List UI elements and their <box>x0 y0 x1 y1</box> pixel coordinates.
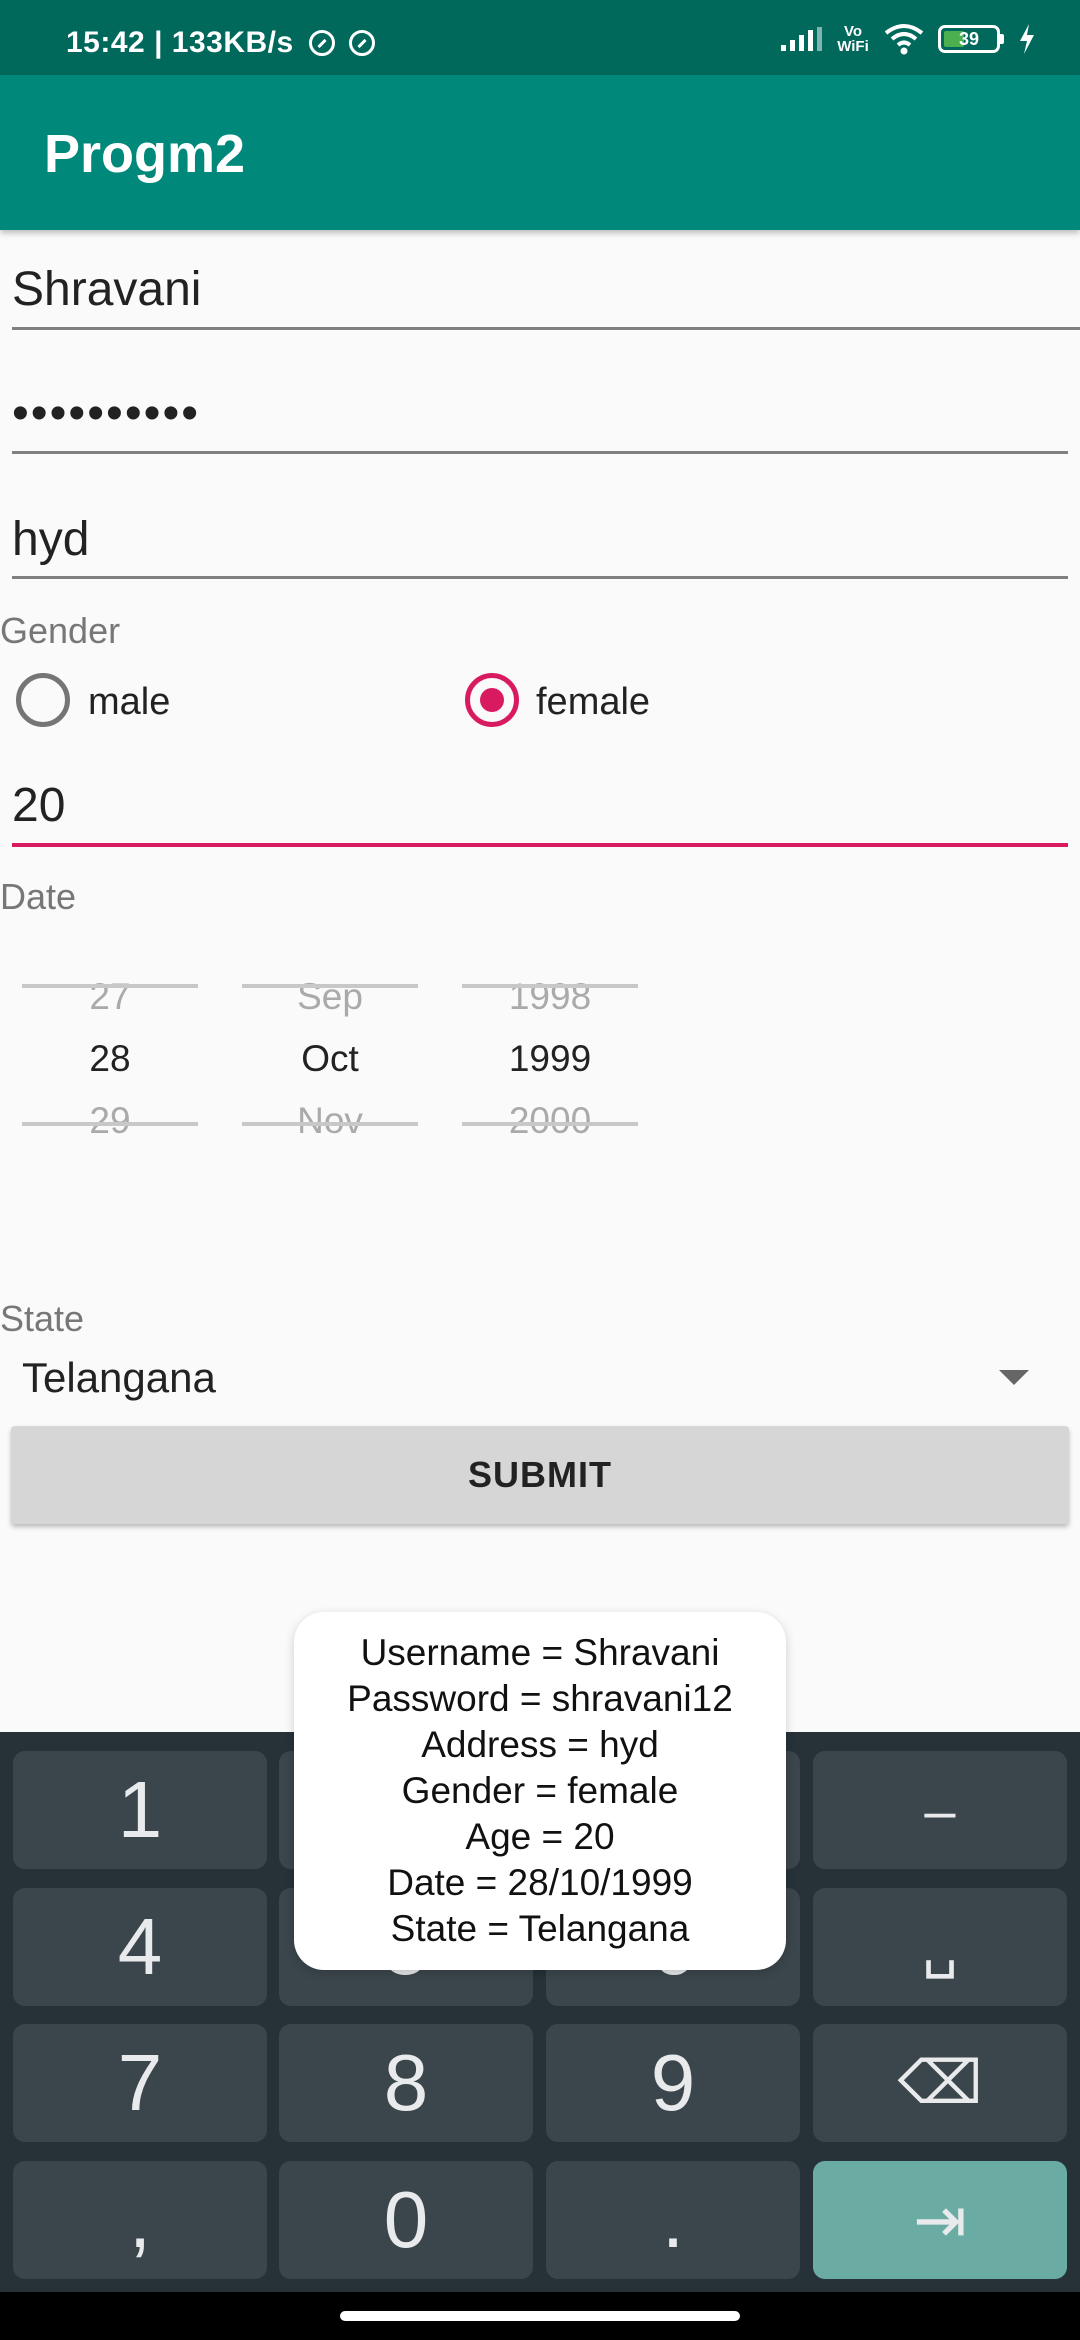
day-next[interactable]: 29 <box>22 1100 198 1142</box>
notification-icon <box>308 30 335 56</box>
status-time-text: 15:42 | 133KB/s <box>66 26 294 59</box>
month-next[interactable]: Nov <box>242 1100 418 1142</box>
date-label: Date <box>0 876 77 917</box>
address-underline <box>12 576 1068 579</box>
radio-female-label[interactable]: female <box>536 681 650 724</box>
key-backspace[interactable]: ⌫ <box>813 2024 1067 2142</box>
status-bar: 15:42 | 133KB/s Vo WiFi 39 <box>0 0 1080 75</box>
radio-male[interactable] <box>16 673 70 727</box>
key-4[interactable]: 4 <box>13 1888 267 2006</box>
battery-icon: 39 <box>938 25 1000 53</box>
day-divider-top <box>22 984 198 988</box>
dropdown-arrow-icon[interactable] <box>999 1370 1029 1385</box>
age-underline-focused <box>12 843 1068 847</box>
day-prev[interactable]: 27 <box>22 976 198 1018</box>
key-comma[interactable]: , <box>13 2161 267 2279</box>
app-bar: Progm2 <box>0 75 1080 230</box>
navigation-bar <box>0 2292 1080 2340</box>
home-handle[interactable] <box>340 2311 740 2321</box>
vowifi-icon: Vo WiFi <box>837 23 869 55</box>
password-underline <box>12 451 1068 454</box>
age-field[interactable]: 20 <box>12 778 1068 833</box>
wifi-icon <box>884 24 924 55</box>
key-9[interactable]: 9 <box>546 2024 800 2142</box>
username-underline <box>12 327 1080 330</box>
year-selected[interactable]: 1999 <box>462 1038 638 1080</box>
year-divider-top <box>462 984 638 988</box>
password-field[interactable]: •••••••••• <box>12 386 1068 441</box>
month-prev[interactable]: Sep <box>242 976 418 1018</box>
username-field[interactable]: Shravani <box>12 262 1068 317</box>
toast-line: Password = shravani12 <box>347 1678 733 1719</box>
key-minus[interactable]: – <box>813 1751 1067 1869</box>
notification-icon <box>349 30 376 56</box>
key-0[interactable]: 0 <box>279 2161 533 2279</box>
address-field[interactable]: hyd <box>12 512 1068 567</box>
battery-level: 39 <box>958 29 980 49</box>
signal-icon <box>781 27 822 51</box>
status-icons: Vo WiFi 39 <box>781 22 1036 56</box>
month-divider-bottom <box>242 1122 418 1126</box>
year-next[interactable]: 2000 <box>462 1100 638 1142</box>
toast-line: Date = 28/10/1999 <box>387 1862 693 1903</box>
radio-female[interactable] <box>465 673 519 727</box>
month-selected[interactable]: Oct <box>242 1038 418 1080</box>
status-time: 15:42 | 133KB/s <box>66 26 376 60</box>
key-1[interactable]: 1 <box>13 1751 267 1869</box>
toast-line: Age = 20 <box>465 1816 615 1857</box>
charging-icon <box>1020 24 1034 54</box>
gender-label: Gender <box>0 610 121 651</box>
key-next[interactable]: ⇥ <box>813 2161 1067 2279</box>
toast-message: Username = Shravani Password = shravani1… <box>294 1612 786 1970</box>
day-selected[interactable]: 28 <box>22 1038 198 1080</box>
state-selected[interactable]: Telangana <box>22 1354 216 1402</box>
state-label: State <box>0 1298 85 1339</box>
app-title: Progm2 <box>44 124 246 184</box>
toast-line: State = Telangana <box>390 1908 690 1949</box>
month-divider-top <box>242 984 418 988</box>
key-period[interactable]: . <box>546 2161 800 2279</box>
toast-line: Username = Shravani <box>360 1632 720 1673</box>
submit-button[interactable]: SUBMIT <box>11 1426 1069 1524</box>
year-prev[interactable]: 1998 <box>462 976 638 1018</box>
year-divider-bottom <box>462 1122 638 1126</box>
key-7[interactable]: 7 <box>13 2024 267 2142</box>
state-spinner[interactable]: Telangana <box>0 1340 1080 1420</box>
toast-line: Address = hyd <box>421 1724 659 1765</box>
key-space[interactable]: ␣ <box>813 1888 1067 2006</box>
key-8[interactable]: 8 <box>279 2024 533 2142</box>
day-divider-bottom <box>22 1122 198 1126</box>
radio-male-label[interactable]: male <box>88 681 170 724</box>
toast-line: Gender = female <box>401 1770 679 1811</box>
